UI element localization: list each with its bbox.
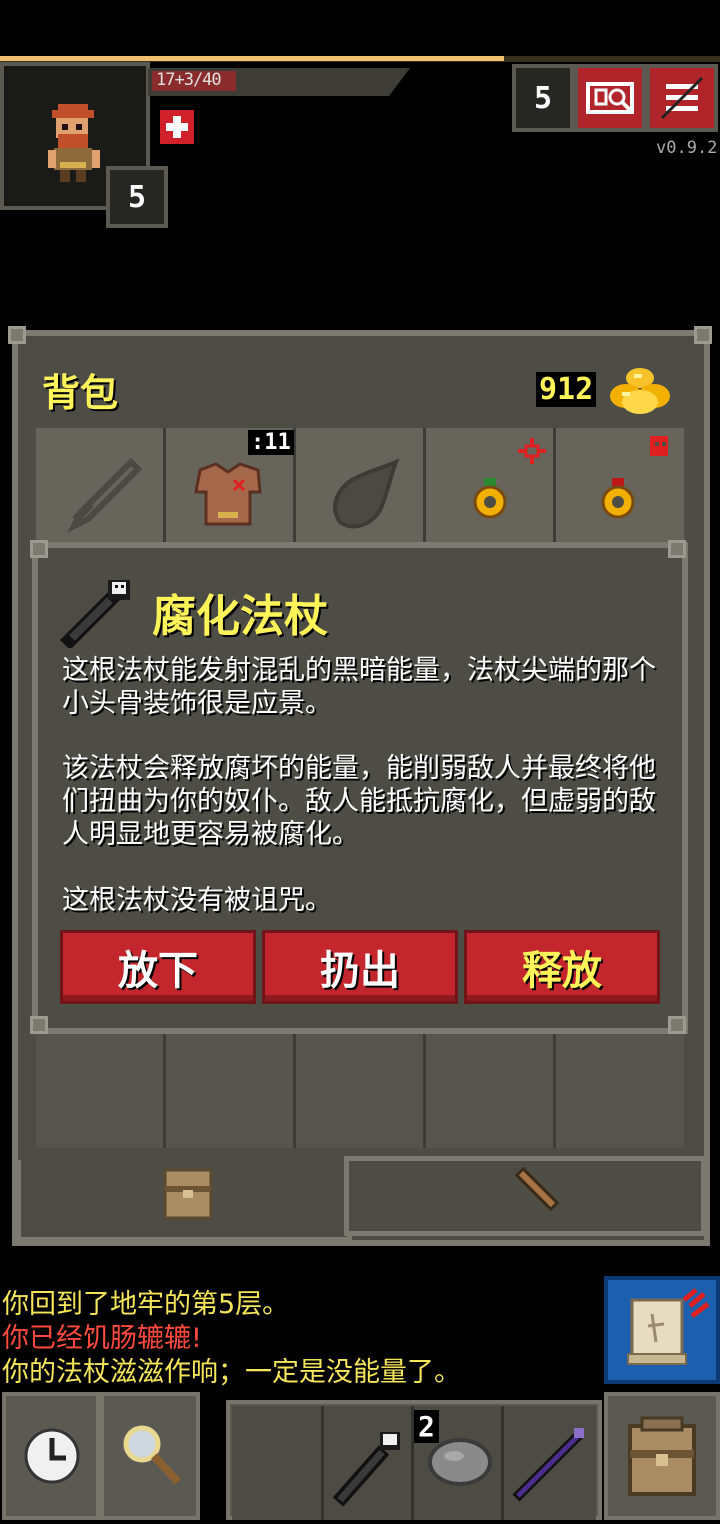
dark-wand-icon <box>512 1428 584 1502</box>
inventory-slot[interactable] <box>36 1034 166 1148</box>
wand-holster-tab-icon <box>514 1166 560 1212</box>
backpack-icon <box>628 1416 696 1496</box>
quickslot-1[interactable] <box>232 1406 324 1520</box>
frame-corner <box>30 540 48 558</box>
inventory-slot[interactable] <box>556 1034 684 1148</box>
catalog-button[interactable] <box>604 1276 720 1384</box>
throw-button[interactable]: 扔出 <box>262 930 458 1004</box>
log-line: 你已经饥肠辘辘! <box>2 1323 202 1354</box>
quickslot-stack-count: 2 <box>414 1410 439 1443</box>
item-name: 腐化法杖 <box>152 591 328 642</box>
bag-tab-wand-holster[interactable] <box>344 1156 706 1236</box>
item-description: 这根法杖能发射混乱的黑暗能量，法杖尖端的那个小头骨装饰很是应景。 <box>62 655 656 719</box>
wand-of-corruption-icon <box>332 1432 400 1507</box>
frame-corner <box>694 326 712 344</box>
log-line: 你的法杖滋滋作响；一定是没能量了。 <box>2 1357 461 1388</box>
depth-indicator[interactable]: 5 <box>512 64 574 132</box>
version-label: v0.9.2 <box>656 138 718 158</box>
item-description-effect: 该法杖会释放腐坏的能量，能削弱敌人并最终将他们扭曲为你的奴仆。敌人能抵抗腐化，但… <box>62 753 656 850</box>
ring-slot-1[interactable] <box>426 428 556 546</box>
weapon-slot[interactable] <box>36 428 166 546</box>
hero-level-badge: 5 <box>106 166 168 228</box>
artifact-placeholder-icon <box>333 458 400 529</box>
drop-button[interactable]: 放下 <box>60 930 256 1004</box>
inventory-slot[interactable] <box>426 1034 556 1148</box>
wand-of-corruption-icon <box>60 580 130 648</box>
clock-icon <box>24 1428 80 1484</box>
bag-tab-backpack[interactable] <box>16 1160 352 1242</box>
backpack-tab-icon <box>163 1168 213 1220</box>
ring-icon <box>601 436 668 519</box>
inventory-slot[interactable] <box>296 1034 426 1148</box>
frame-corner <box>8 326 26 344</box>
armor-level-badge: :11 <box>248 430 294 455</box>
menu-button[interactable] <box>646 64 718 132</box>
zap-button[interactable]: 释放 <box>464 930 660 1004</box>
magnifier-icon <box>123 1425 181 1485</box>
quickslot-4[interactable] <box>504 1406 596 1520</box>
frame-corner <box>668 1016 686 1034</box>
quickslot-2[interactable] <box>324 1406 414 1520</box>
sword-placeholder-icon <box>67 457 143 533</box>
scroll-icon <box>627 1288 710 1365</box>
backpack-title: 背包 <box>42 371 119 415</box>
log-line: 你回到了地牢的第5层。 <box>2 1289 290 1320</box>
inventory-button[interactable] <box>604 1392 720 1520</box>
search-button[interactable] <box>100 1392 200 1520</box>
item-curse-status: 这根法杖没有被诅咒。 <box>62 885 332 916</box>
menu-icon <box>660 76 704 120</box>
frame-corner <box>668 540 686 558</box>
artifact-slot[interactable] <box>296 428 426 546</box>
ring-slot-2[interactable] <box>556 428 684 546</box>
hp-text: 17+3/40 <box>156 70 222 90</box>
journal-icon <box>586 82 634 114</box>
buff-icon[interactable] <box>160 110 194 144</box>
inventory-slot[interactable] <box>166 1034 296 1148</box>
ring-icon <box>473 438 546 519</box>
frame-corner <box>30 1016 48 1034</box>
xp-bar-fill <box>0 56 504 61</box>
gold-pile-icon <box>610 368 670 414</box>
gold-count: 912 <box>536 372 597 407</box>
journal-button[interactable] <box>574 64 646 132</box>
wait-button[interactable] <box>2 1392 100 1520</box>
